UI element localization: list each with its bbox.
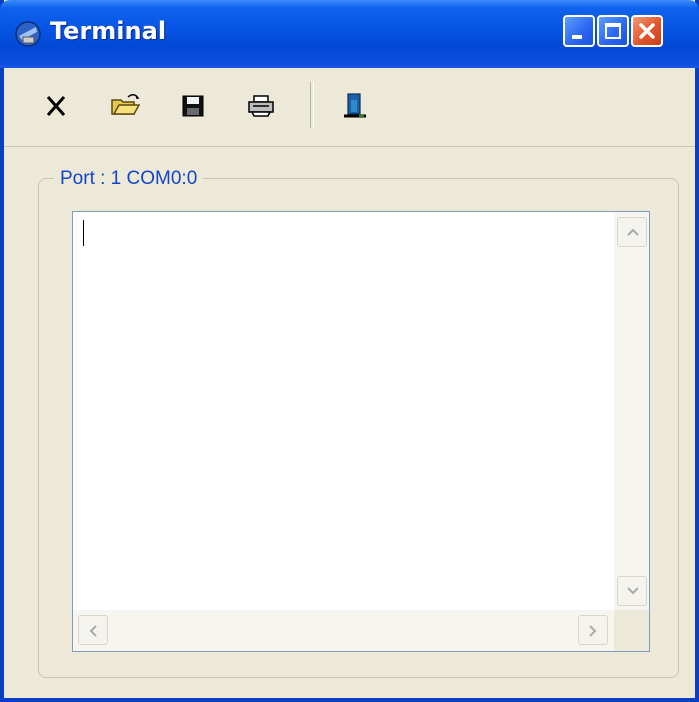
scroll-up-button[interactable] (617, 217, 647, 247)
chevron-right-icon (589, 625, 597, 637)
vertical-scrollbar[interactable] (614, 212, 649, 610)
terminal-window: Terminal Port: 1 COM0:0 (0, 0, 699, 702)
minimize-icon (572, 35, 582, 39)
chevron-down-icon (627, 587, 639, 595)
title-bar[interactable]: Terminal (0, 0, 699, 68)
terminal-output-area[interactable] (72, 211, 650, 652)
scroll-right-button[interactable] (578, 615, 608, 645)
close-icon (639, 23, 655, 39)
exit-door-icon[interactable] (338, 88, 372, 122)
scroll-left-button[interactable] (78, 615, 108, 645)
toolbar-separator (310, 82, 314, 128)
open-folder-icon[interactable] (108, 88, 142, 122)
minimize-button[interactable] (563, 15, 595, 47)
close-button[interactable] (631, 15, 663, 47)
text-caret (83, 220, 84, 246)
printer-icon[interactable] (244, 88, 278, 122)
port-label: Port : 1 COM0:0 (54, 168, 204, 190)
maximize-button[interactable] (597, 15, 629, 47)
toolbar (4, 68, 695, 147)
clear-icon[interactable] (40, 88, 74, 122)
scroll-down-button[interactable] (617, 576, 647, 606)
maximize-icon (605, 23, 621, 39)
chevron-left-icon (89, 625, 97, 637)
terminal-app-icon (15, 21, 41, 47)
save-floppy-icon[interactable] (176, 88, 210, 122)
window-title: Terminal (50, 17, 167, 45)
chevron-up-icon (627, 228, 639, 236)
horizontal-scrollbar[interactable] (73, 610, 614, 651)
scrollbar-corner (614, 610, 649, 651)
